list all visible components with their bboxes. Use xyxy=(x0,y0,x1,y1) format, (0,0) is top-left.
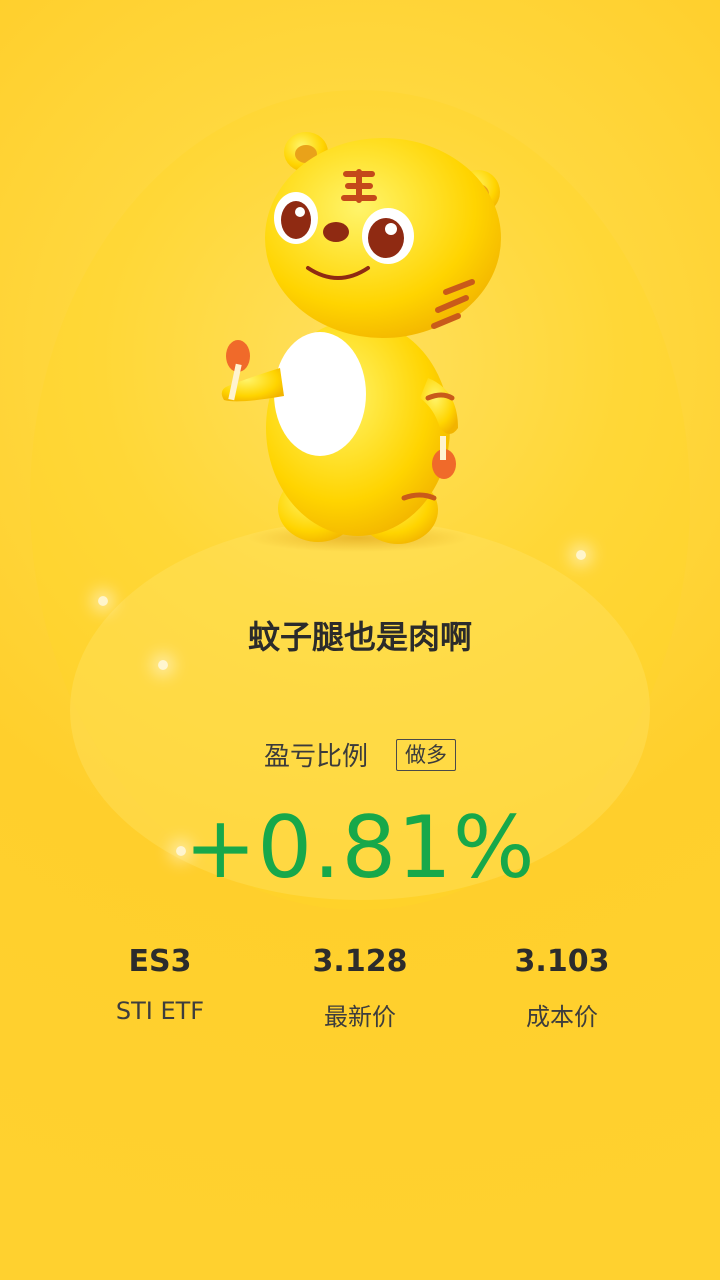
stat-cost-price: 3.103 成本价 xyxy=(462,944,662,1032)
position-direction-badge: 做多 xyxy=(396,738,456,771)
stat-latest-price-value: 3.128 xyxy=(312,944,408,979)
card-title: 蚊子腿也是肉啊 xyxy=(247,618,472,656)
stat-symbol-value: ES3 xyxy=(128,944,192,979)
tiger-mascot-icon xyxy=(221,132,501,552)
stat-symbol: ES3 STI ETF xyxy=(60,944,260,1025)
sparkle-decoration xyxy=(576,550,586,560)
profit-ratio-row: 盈亏比例 做多 xyxy=(0,736,720,773)
sparkle-decoration xyxy=(158,660,168,670)
stat-symbol-label: STI ETF xyxy=(115,997,205,1025)
stat-cost-price-value: 3.103 xyxy=(514,944,610,979)
profit-ratio-label: 盈亏比例 xyxy=(263,742,368,772)
profit-percent: +0.81% xyxy=(184,798,536,898)
stat-latest-price: 3.128 最新价 xyxy=(260,944,460,1032)
stat-cost-price-label: 成本价 xyxy=(526,1003,598,1031)
stat-latest-price-label: 最新价 xyxy=(324,1003,396,1031)
sparkle-decoration xyxy=(98,596,108,606)
